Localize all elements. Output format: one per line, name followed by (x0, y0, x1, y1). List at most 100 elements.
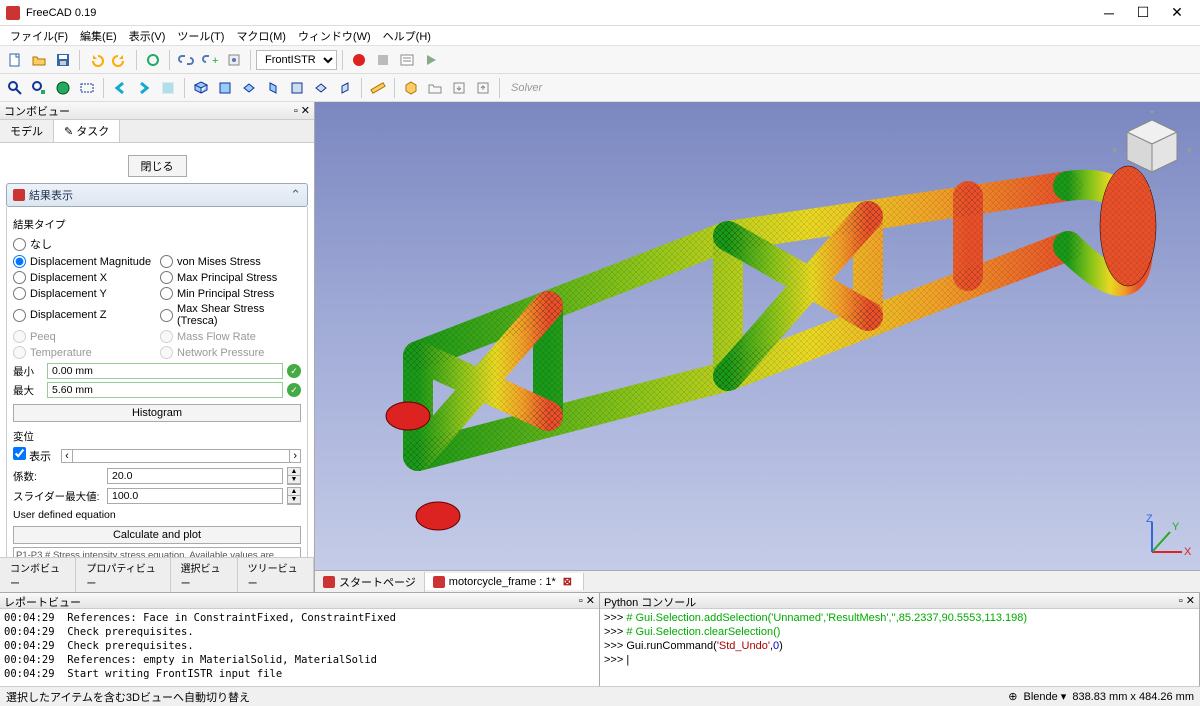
view-left-icon[interactable] (334, 77, 356, 99)
python-body[interactable]: >>> # Gui.Selection.addSelection('Unname… (600, 609, 1199, 686)
record-icon[interactable] (348, 49, 370, 71)
panel-handle-icon[interactable]: ▫ ✕ (294, 104, 310, 117)
python-console-title: Python コンソール (604, 594, 696, 607)
radio-vms[interactable]: von Mises Stress (160, 255, 301, 268)
max-value-input[interactable] (47, 382, 283, 398)
slider-max-spinner[interactable]: ▲▼ (287, 487, 301, 505)
report-view-panel: レポートビュー▫ ✕ 00:04:29 References: Face in … (0, 593, 600, 686)
radio-disp-x[interactable]: Displacement X (13, 271, 154, 284)
min-value-input[interactable] (47, 363, 283, 379)
svg-text:Y: Y (1172, 521, 1180, 533)
macros-icon[interactable] (396, 49, 418, 71)
max-ok-icon: ✓ (287, 383, 301, 397)
collapse-icon[interactable]: ⌃ (290, 187, 301, 203)
python-handle-icon[interactable]: ▫ ✕ (1179, 594, 1195, 607)
solver-label: Solver (505, 82, 548, 94)
radio-max-shear[interactable]: Max Shear Stress (Tresca) (160, 303, 301, 327)
redo-icon[interactable] (109, 49, 131, 71)
calculate-plot-button[interactable]: Calculate and plot (13, 526, 301, 544)
viewtab-selection[interactable]: 選択ビュー (171, 558, 238, 592)
tab-model[interactable]: モデル (0, 120, 54, 142)
menu-file[interactable]: ファイル(F) (4, 26, 74, 46)
nav-next-icon[interactable] (133, 77, 155, 99)
menu-help[interactable]: ヘルプ(H) (377, 26, 437, 46)
save-icon[interactable] (52, 49, 74, 71)
radio-disp-y[interactable]: Displacement Y (13, 287, 154, 300)
results-header[interactable]: 結果表示 ⌃ (6, 183, 308, 207)
histogram-button[interactable]: Histogram (13, 404, 301, 422)
status-bar: 選択したアイテムを含む3Dビューへ自動切り替え ⊕ Blende ▾ 838.8… (0, 686, 1200, 706)
draw-style-icon[interactable] (52, 77, 74, 99)
open-icon[interactable] (28, 49, 50, 71)
close-tab-icon[interactable]: ⊠ (560, 575, 575, 588)
radio-disp-z[interactable]: Displacement Z (13, 303, 154, 327)
menu-tools[interactable]: ツール(T) (171, 26, 230, 46)
3d-viewport[interactable]: X Y Z (315, 102, 1200, 570)
link-add-icon[interactable]: + (199, 49, 221, 71)
nav-in-icon[interactable] (157, 77, 179, 99)
undo-icon[interactable] (85, 49, 107, 71)
export-icon[interactable] (448, 77, 470, 99)
menu-edit[interactable]: 編集(E) (74, 26, 123, 46)
new-doc-icon[interactable] (4, 49, 26, 71)
view-cube[interactable] (1112, 110, 1192, 190)
tab-document[interactable]: motorcycle_frame : 1*⊠ (425, 573, 584, 590)
view-iso-icon[interactable] (190, 77, 212, 99)
link-import-icon[interactable] (223, 49, 245, 71)
factor-spinner[interactable]: ▲▼ (287, 467, 301, 485)
close-task-button[interactable]: 閉じる (128, 155, 187, 177)
viewtab-property[interactable]: プロパティビュー (76, 558, 170, 592)
3d-viewport-container: X Y Z スタートページ motorcycle_frame : 1*⊠ (315, 102, 1200, 592)
minimize-button[interactable]: ─ (1092, 0, 1126, 25)
tab-task[interactable]: ✎ タスク (54, 120, 120, 142)
min-ok-icon: ✓ (287, 364, 301, 378)
show-checkbox[interactable]: 表示 (13, 447, 51, 464)
menu-window[interactable]: ウィンドウ(W) (292, 26, 377, 46)
tab-start-page[interactable]: スタートページ (315, 572, 425, 592)
link-icon[interactable] (175, 49, 197, 71)
measure-icon[interactable] (367, 77, 389, 99)
svg-text:+: + (212, 55, 218, 67)
view-bottom-icon[interactable] (310, 77, 332, 99)
fit-all-icon[interactable] (4, 77, 26, 99)
factor-input[interactable] (107, 468, 283, 484)
axes-widget: X Y Z (1142, 512, 1192, 562)
radio-min-ps[interactable]: Min Principal Stress (160, 287, 301, 300)
menu-macro[interactable]: マクロ(M) (230, 26, 292, 46)
blend-label[interactable]: Blende ▾ (1023, 690, 1066, 703)
menu-view[interactable]: 表示(V) (123, 26, 172, 46)
slider-max-label: スライダー最大値: (13, 489, 103, 504)
equation-textarea[interactable]: P1-P3 # Stress intensity stress equation… (13, 547, 301, 557)
radio-disp-mag[interactable]: Displacement Magnitude (13, 255, 154, 268)
maximize-button[interactable]: ☐ (1126, 0, 1160, 25)
folder-open-icon[interactable] (424, 77, 446, 99)
radio-none[interactable]: なし (13, 236, 154, 252)
bbox-icon[interactable] (76, 77, 98, 99)
workbench-selector[interactable]: FrontISTR (256, 50, 337, 70)
ude-label: User defined equation (13, 509, 301, 521)
nav-prev-icon[interactable] (109, 77, 131, 99)
part-icon[interactable] (400, 77, 422, 99)
toolbar-view: Solver (0, 74, 1200, 102)
import-icon[interactable] (472, 77, 494, 99)
close-button[interactable]: ✕ (1160, 0, 1194, 25)
view-front-icon[interactable] (214, 77, 236, 99)
refresh-icon[interactable] (142, 49, 164, 71)
app-logo-icon (6, 6, 20, 20)
play-icon[interactable] (420, 49, 442, 71)
results-icon (13, 189, 25, 201)
report-body[interactable]: 00:04:29 References: Face in ConstraintF… (0, 609, 599, 686)
toolbar-file: + FrontISTR (0, 46, 1200, 74)
report-handle-icon[interactable]: ▫ ✕ (579, 594, 595, 607)
view-rear-icon[interactable] (286, 77, 308, 99)
nav-style-icon[interactable]: ⊕ (1008, 690, 1017, 703)
radio-max-ps[interactable]: Max Principal Stress (160, 271, 301, 284)
viewtab-combo[interactable]: コンボビュー (0, 558, 76, 592)
stop-icon[interactable] (372, 49, 394, 71)
fit-sel-icon[interactable] (28, 77, 50, 99)
slider-max-input[interactable] (107, 488, 283, 504)
viewtab-tree[interactable]: ツリービュー (238, 558, 314, 592)
view-top-icon[interactable] (238, 77, 260, 99)
view-right-icon[interactable] (262, 77, 284, 99)
displacement-slider[interactable]: ‹› (61, 449, 301, 463)
